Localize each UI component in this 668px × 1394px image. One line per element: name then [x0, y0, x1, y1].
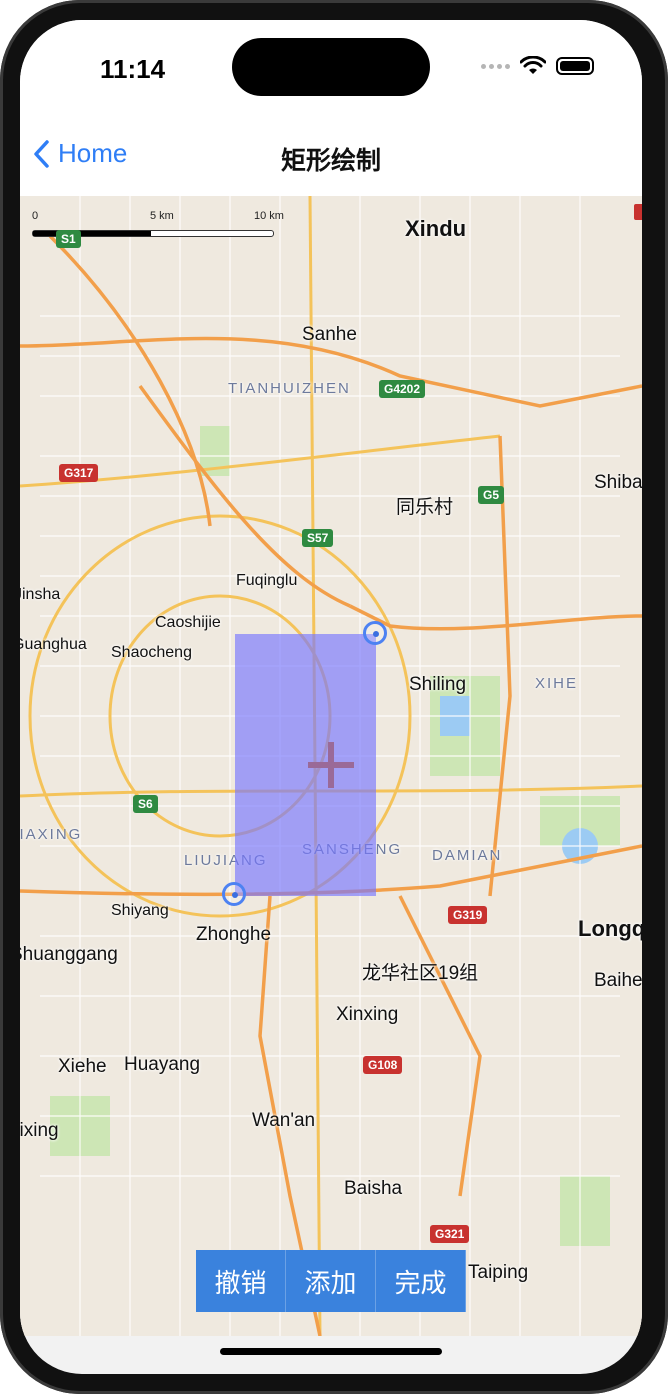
place-label: Baisha: [344, 1178, 403, 1199]
district-label: JIAXING: [20, 826, 83, 843]
route-shield: G108: [363, 1056, 403, 1074]
place-label: Taiping: [468, 1262, 529, 1283]
device-frame: 11:14 Home 矩形绘制 0 5 km 10 km S1 G4202 G3…: [0, 0, 668, 1394]
place-label: Zhonghe: [196, 924, 272, 945]
status-time: 11:14: [100, 54, 166, 84]
route-shield: G319: [448, 906, 488, 924]
place-label: Jinsha: [20, 586, 61, 603]
scale-label-10km: 10 km: [254, 210, 284, 222]
place-label: Wan'an: [252, 1110, 316, 1131]
drawn-rectangle[interactable]: [235, 634, 376, 896]
route-shield: G4202: [379, 380, 426, 398]
place-label: Shiyang: [111, 902, 169, 919]
scale-label-0: 0: [32, 210, 39, 222]
route-shield: G321: [430, 1225, 470, 1243]
place-label: Jixing: [20, 1120, 59, 1141]
place-label: 同乐村: [396, 497, 454, 518]
place-label: Xinxing: [336, 1004, 399, 1025]
place-label: Sanhe: [302, 324, 357, 345]
dynamic-island: [232, 38, 430, 96]
undo-button[interactable]: 撤销: [196, 1250, 286, 1312]
place-label: Baihe: [594, 970, 642, 991]
add-button[interactable]: 添加: [286, 1250, 376, 1312]
rectangle-corner-handle-bottom-left[interactable]: [222, 882, 246, 906]
district-label: TIANHUIZHEN: [228, 380, 351, 397]
place-label: Xindu: [405, 216, 467, 241]
cellular-signal-icon: [481, 63, 510, 69]
district-label: XIHE: [535, 675, 579, 692]
route-shield: S1: [56, 230, 81, 248]
place-label: Shiba: [594, 472, 642, 493]
route-shield: G5: [478, 486, 505, 504]
district-label: DAMIAN: [432, 847, 503, 864]
home-indicator[interactable]: [220, 1348, 442, 1355]
rectangle-corner-handle-top-right[interactable]: [363, 621, 387, 645]
status-icons: [481, 56, 594, 76]
status-bar: 11:14: [20, 20, 642, 116]
scale-label-5km: 5 km: [150, 210, 174, 222]
draw-toolbar: 撤销 添加 完成: [196, 1250, 466, 1312]
place-label: Shuanggang: [20, 944, 118, 965]
map-view[interactable]: 0 5 km 10 km S1 G4202 G317 G5 S57 S6 G31…: [20, 196, 642, 1336]
place-label: Caoshijie: [155, 614, 221, 631]
place-label: Huayang: [124, 1054, 201, 1075]
done-button[interactable]: 完成: [376, 1250, 466, 1312]
place-label: Longq: [578, 916, 642, 941]
wifi-icon: [520, 56, 546, 74]
screen: 11:14 Home 矩形绘制 0 5 km 10 km S1 G4202 G3…: [20, 20, 642, 1374]
center-crosshair-icon-vertical: [328, 742, 334, 788]
route-shield-edge: [634, 204, 642, 220]
place-label: Shaocheng: [111, 644, 192, 661]
navigation-bar: Home 矩形绘制: [20, 116, 642, 197]
route-shield: S6: [133, 795, 158, 813]
place-label: Guanghua: [20, 636, 87, 653]
route-shield: G317: [59, 464, 99, 482]
battery-icon: [556, 57, 594, 75]
place-label: Xiehe: [58, 1056, 107, 1077]
place-label: Shiling: [409, 674, 467, 695]
route-shield: S57: [302, 529, 334, 547]
place-label: Fuqinglu: [236, 572, 298, 589]
place-label: 龙华社区19组: [362, 963, 479, 984]
page-title: 矩形绘制: [280, 147, 381, 175]
